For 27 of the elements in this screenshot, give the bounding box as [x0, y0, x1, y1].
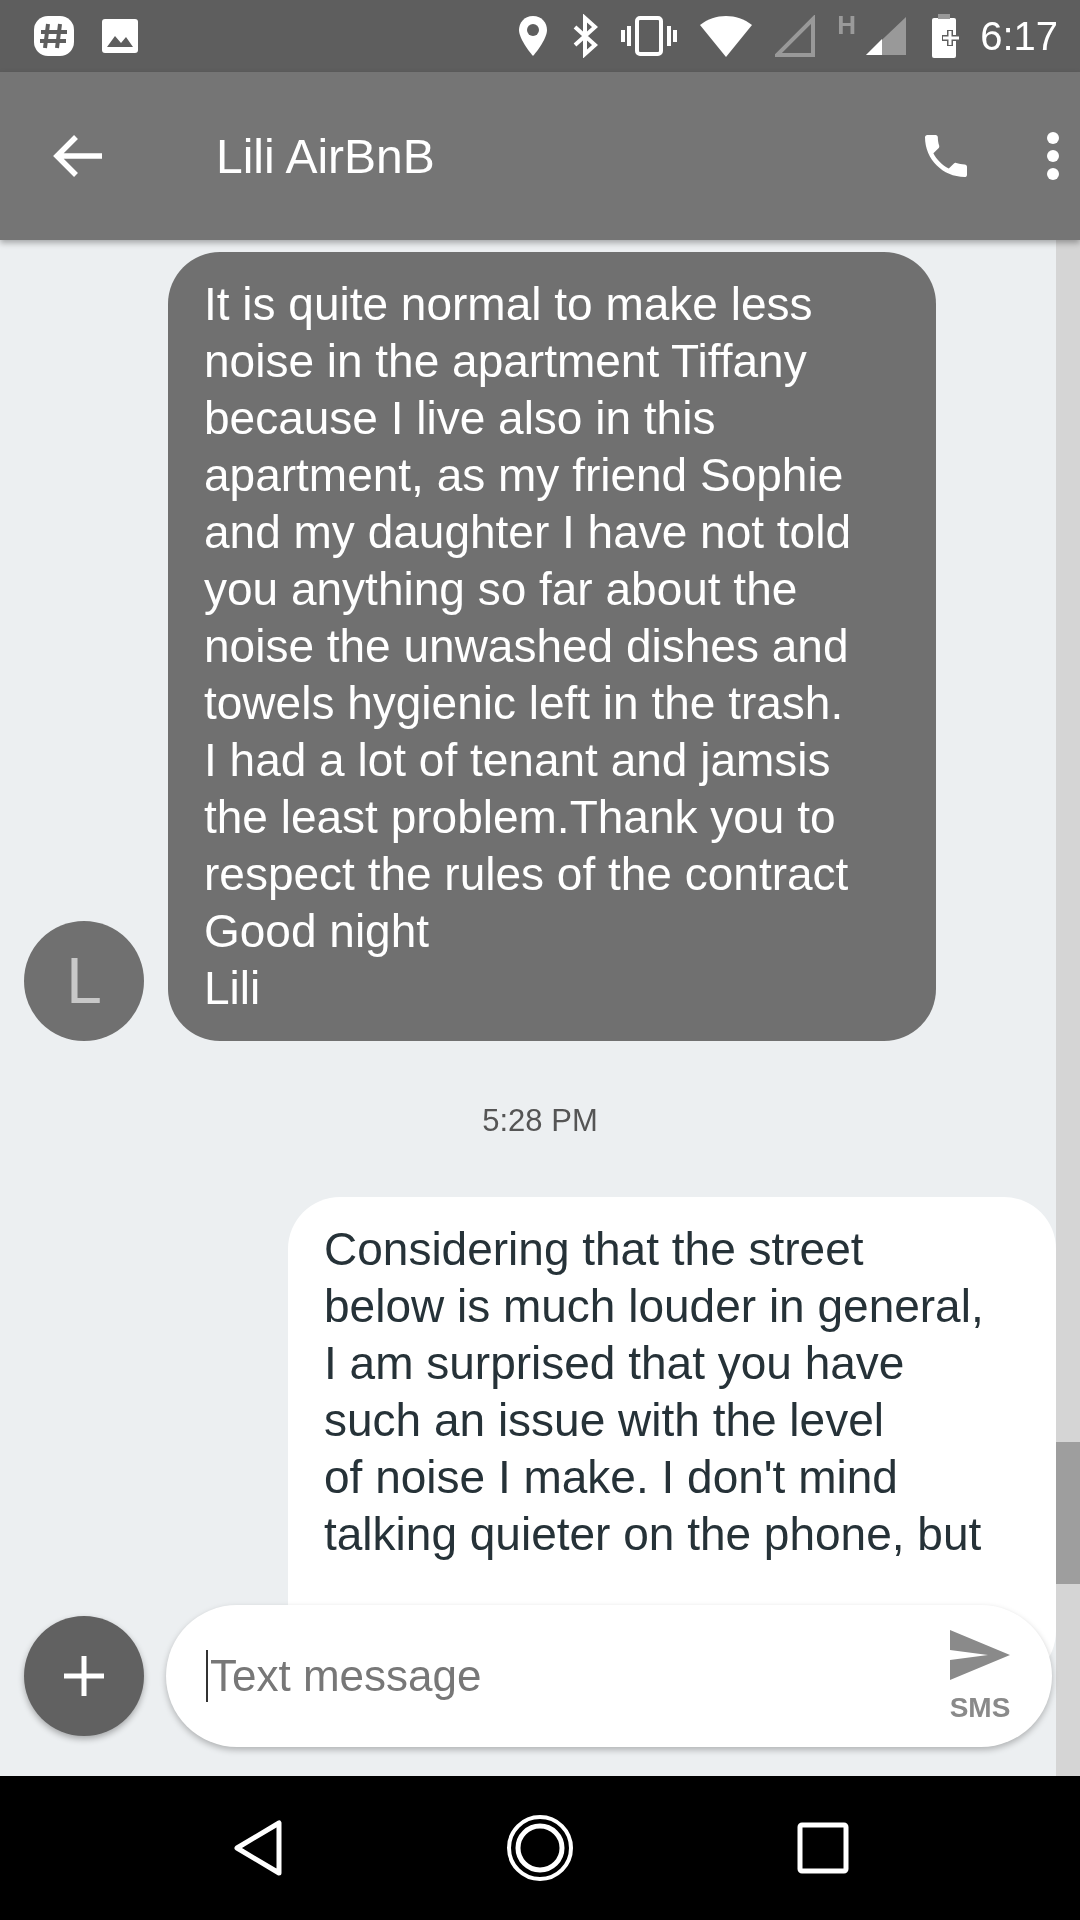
attach-button[interactable]	[24, 1616, 144, 1736]
home-button[interactable]	[506, 1814, 574, 1882]
back-arrow-icon	[52, 133, 104, 179]
incoming-message-bubble: It is quite normal to make less noise in the apartment Tiffany because I live also in this apartment, as my friend Sophie and my daughter I have not told you anything so far about the noise the unwashed dishes and towels hygienic left in the trash. I had a lot of tenant and jamsis the least problem.Thank you to respect the rules of the contract Good night Lili	[168, 252, 936, 1041]
more-options-icon	[1046, 131, 1060, 181]
clock: 6:17	[980, 13, 1058, 59]
wifi-icon	[699, 15, 754, 57]
recents-button[interactable]	[796, 1822, 849, 1874]
back-triangle-icon	[231, 1819, 284, 1877]
square-icon	[796, 1822, 849, 1874]
message-timestamp: 5:28 PM	[482, 1103, 598, 1139]
network-type-label: H	[837, 9, 857, 41]
signal-icon	[864, 15, 909, 57]
contact-avatar[interactable]: L	[24, 921, 144, 1041]
conversation-title: Lili AirBnB	[216, 128, 436, 184]
back-button[interactable]	[52, 133, 104, 179]
send-icon	[948, 1628, 1012, 1682]
back-nav-button[interactable]	[231, 1819, 284, 1877]
image-icon	[100, 16, 140, 56]
bluetooth-icon	[571, 14, 600, 58]
vibrate-icon	[621, 14, 678, 58]
location-pin-icon	[517, 14, 550, 58]
more-options-button[interactable]	[1046, 131, 1060, 181]
scrollbar-thumb[interactable]	[1056, 1442, 1080, 1584]
signal-icon	[775, 15, 816, 57]
plus-icon	[62, 1654, 106, 1698]
home-circle-icon	[506, 1814, 574, 1882]
